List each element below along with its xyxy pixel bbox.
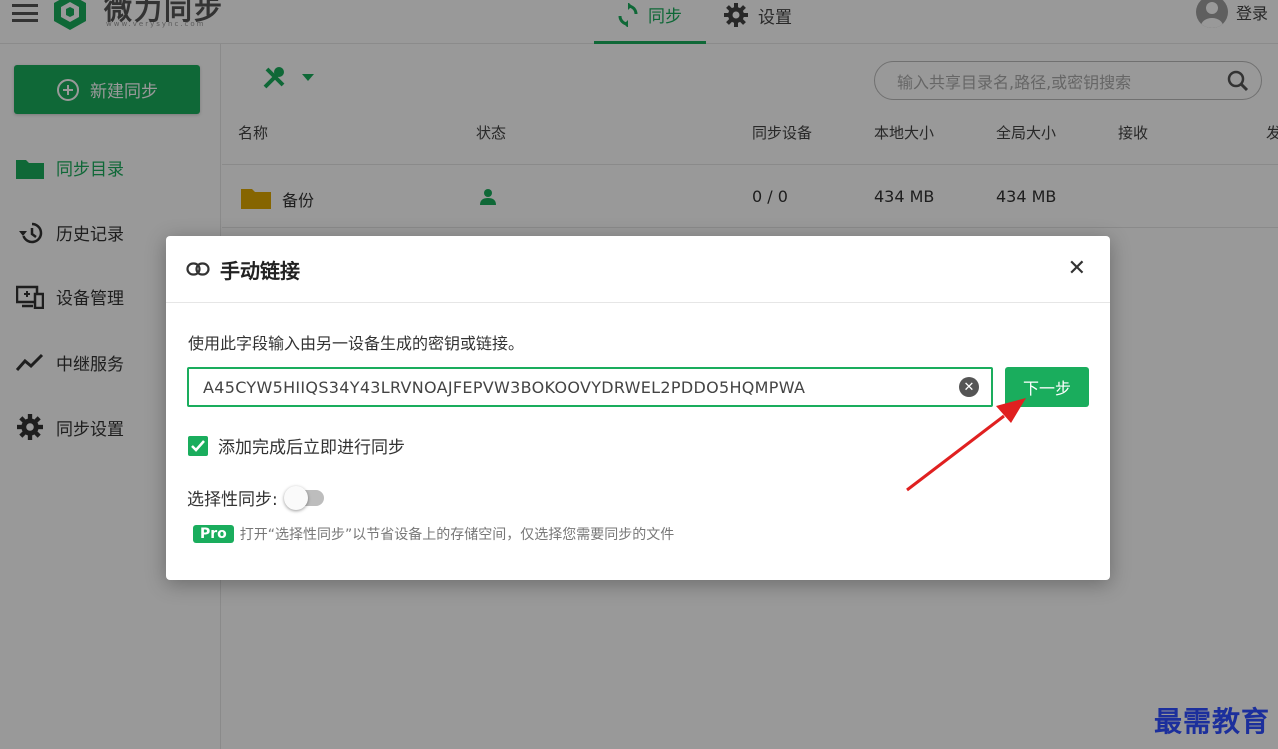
dialog-header: 手动链接	[166, 236, 1110, 303]
next-step-button[interactable]: 下一步	[1005, 367, 1089, 407]
selective-sync-toggle[interactable]	[283, 485, 324, 510]
dialog-title: 手动链接	[220, 258, 300, 283]
selective-sync-label: 选择性同步:	[187, 490, 278, 510]
checkbox-checked-icon[interactable]	[188, 435, 208, 456]
dialog-description: 使用此字段输入由另一设备生成的密钥或链接。	[188, 334, 525, 353]
checkbox-label: 添加完成后立即进行同步	[218, 438, 405, 458]
key-input-value[interactable]: A45CYW5HIIQS34Y43LRVNOAJFEPVW3BOKOOVYDRW…	[203, 378, 959, 397]
watermark-text: 最需教育	[1154, 705, 1271, 738]
pro-hint-text: 打开“选择性同步”以节省设备上的存储空间，仅选择您需要同步的文件	[239, 527, 675, 543]
sync-after-add-option[interactable]: 添加完成后立即进行同步	[188, 433, 405, 458]
manual-link-dialog: 手动链接 ✕ 使用此字段输入由另一设备生成的密钥或链接。 A45CYW5HIIQ…	[166, 236, 1110, 580]
close-icon[interactable]: ✕	[1068, 258, 1086, 280]
pro-hint: Pro 打开“选择性同步”以节省设备上的存储空间，仅选择您需要同步的文件	[193, 524, 674, 544]
selective-sync-option: 选择性同步:	[187, 485, 324, 510]
link-icon	[186, 262, 210, 276]
clear-input-icon[interactable]: ✕	[959, 377, 979, 397]
key-input-field[interactable]: A45CYW5HIIQS34Y43LRVNOAJFEPVW3BOKOOVYDRW…	[187, 367, 993, 407]
pro-badge: Pro	[193, 525, 234, 543]
